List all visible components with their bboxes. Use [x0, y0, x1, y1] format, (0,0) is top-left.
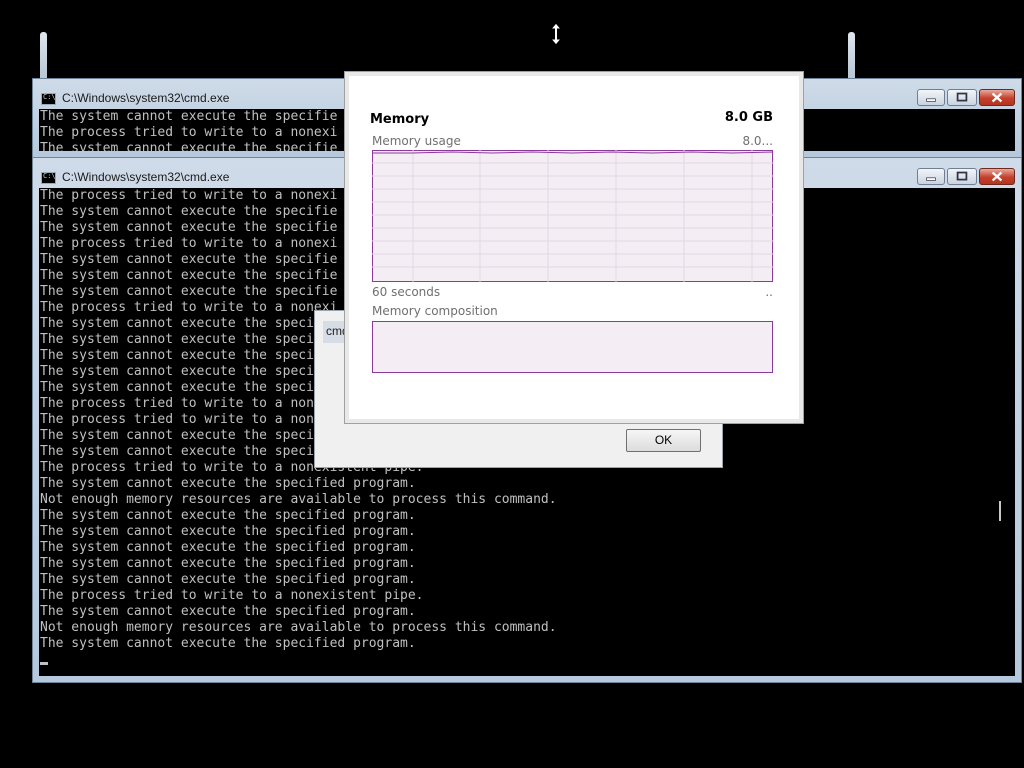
- memory-title: Memory: [370, 112, 430, 127]
- window-title: C:\Windows\system32\cmd.exe: [62, 91, 230, 105]
- console-line: The system cannot execute the specified …: [40, 540, 416, 555]
- text-cursor: [40, 662, 48, 665]
- console-line: The system cannot execute the specified …: [40, 604, 416, 619]
- time-span-end: ..: [765, 285, 773, 299]
- console-line: The system cannot execute the specified …: [40, 508, 416, 523]
- console-line: The process tried to write to a nonexist…: [40, 588, 424, 603]
- background-window-edge: [848, 32, 855, 78]
- maximize-button[interactable]: [947, 168, 977, 185]
- console-line: Not enough memory resources are availabl…: [40, 492, 557, 507]
- console-icon: [41, 172, 56, 184]
- memory-usage-value: 8.0...: [742, 134, 773, 148]
- console-line: The system cannot execute the specified …: [40, 524, 416, 539]
- window-title: C:\Windows\system32\cmd.exe: [62, 170, 230, 184]
- maximize-button[interactable]: [947, 89, 977, 106]
- close-button[interactable]: [979, 89, 1015, 106]
- background-window-edge: [40, 32, 47, 78]
- console-line: The system cannot execute the specifie: [40, 141, 338, 151]
- console-line: The system cannot execute the specified …: [40, 556, 416, 571]
- console-line: The system cannot execute the specified …: [40, 572, 416, 587]
- memory-panel: Memory 8.0 GB Memory usage 8.0... 60 sec…: [344, 71, 804, 424]
- console-line: The system cannot execute the specified …: [40, 476, 416, 491]
- time-span-label: 60 seconds: [372, 285, 441, 299]
- minimize-button[interactable]: [917, 168, 945, 185]
- memory-usage-chart: [372, 150, 773, 282]
- memory-total: 8.0 GB: [724, 110, 773, 125]
- vertical-resize-cursor-icon: [549, 22, 563, 46]
- vertical-scrollbar[interactable]: [998, 188, 1015, 676]
- ok-button[interactable]: OK: [626, 429, 701, 452]
- console-line: The system cannot execute the specified …: [40, 636, 416, 651]
- console-line: The process tried to write to a nonexi: [40, 125, 338, 140]
- close-button[interactable]: [979, 168, 1015, 185]
- console-icon: [41, 93, 56, 105]
- console-text: The system cannot execute the specifie Th…: [40, 109, 337, 151]
- minimize-button[interactable]: [917, 89, 945, 106]
- memory-usage-label: Memory usage: [372, 134, 461, 148]
- console-line: The system cannot execute the specifie: [40, 109, 338, 124]
- console-line: Not enough memory resources are availabl…: [40, 620, 557, 635]
- memory-composition-bar: [372, 321, 773, 373]
- memory-composition-label: Memory composition: [372, 304, 498, 318]
- scroll-thumb[interactable]: [999, 501, 1001, 521]
